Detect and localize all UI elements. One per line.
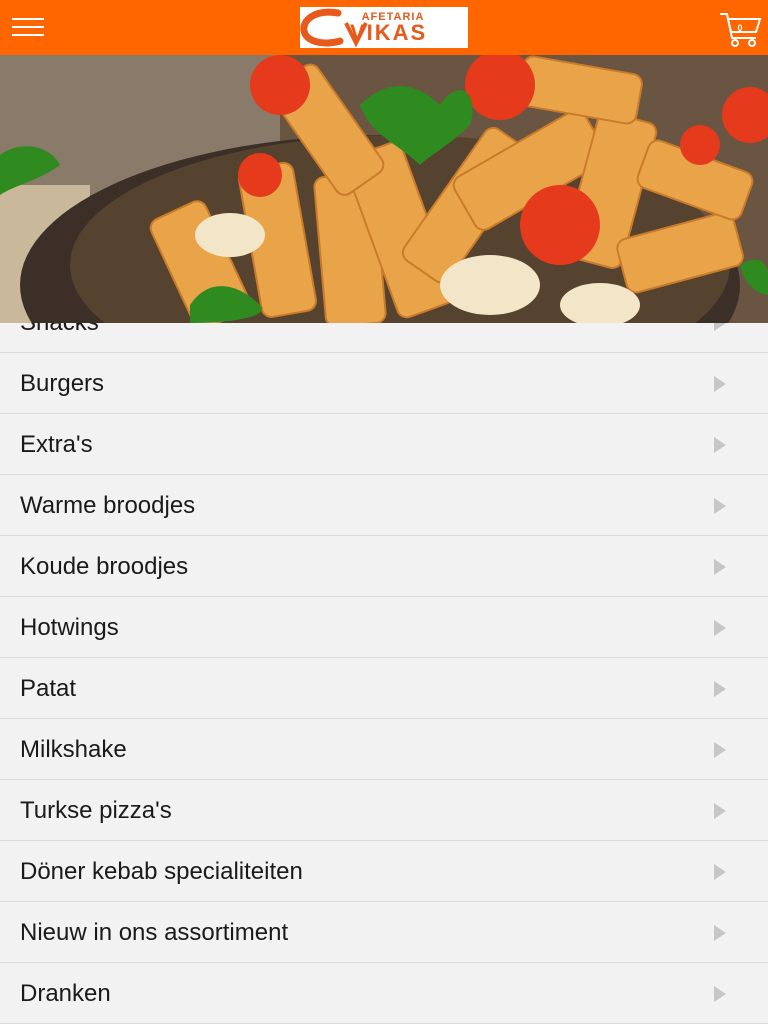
chevron-right-icon [714,864,726,880]
menu-item-dranken[interactable]: Dranken [0,963,768,1024]
menu-item-label: Milkshake [20,736,127,763]
chevron-right-icon [714,681,726,697]
category-menu: Snacks Burgers Extra's Warme broodjes Ko… [0,292,768,1024]
chevron-right-icon [714,437,726,453]
menu-item-burgers[interactable]: Burgers [0,353,768,414]
menu-item-label: Nieuw in ons assortiment [20,919,289,946]
menu-item-patat[interactable]: Patat [0,658,768,719]
cart-button[interactable]: 0 [718,10,762,48]
menu-item-label: Turkse pizza's [20,797,172,824]
hamburger-icon[interactable] [12,15,44,39]
menu-item-koude-broodjes[interactable]: Koude broodjes [0,536,768,597]
chevron-right-icon [714,803,726,819]
menu-item-nieuw[interactable]: Nieuw in ons assortiment [0,902,768,963]
logo-main-text: VIKAS [350,20,428,45]
menu-item-label: Hotwings [20,614,119,641]
chevron-right-icon [714,376,726,392]
logo[interactable]: AFETARIA VIKAS [300,7,468,48]
menu-item-label: Burgers [20,370,105,397]
chevron-right-icon [714,986,726,1002]
chevron-right-icon [714,559,726,575]
chevron-right-icon [714,742,726,758]
chevron-right-icon [714,498,726,514]
top-bar: AFETARIA VIKAS 0 [0,0,768,55]
menu-item-label: Koude broodjes [20,553,189,580]
menu-item-milkshake[interactable]: Milkshake [0,719,768,780]
chevron-right-icon [714,925,726,941]
menu-item-doner-kebab[interactable]: Döner kebab specialiteiten [0,841,768,902]
menu-item-hotwings[interactable]: Hotwings [0,597,768,658]
menu-item-label: Extra's [20,431,93,458]
menu-item-extras[interactable]: Extra's [0,414,768,475]
menu-item-turkse-pizzas[interactable]: Turkse pizza's [0,780,768,841]
menu-item-label: Döner kebab specialiteiten [20,858,303,885]
cart-count-badge: 0 [737,23,743,33]
chevron-right-icon [714,620,726,636]
hero-image [0,55,768,323]
menu-item-label: Patat [20,675,77,702]
menu-item-label: Dranken [20,980,111,1007]
menu-item-warme-broodjes[interactable]: Warme broodjes [0,475,768,536]
menu-item-label: Warme broodjes [20,492,196,519]
